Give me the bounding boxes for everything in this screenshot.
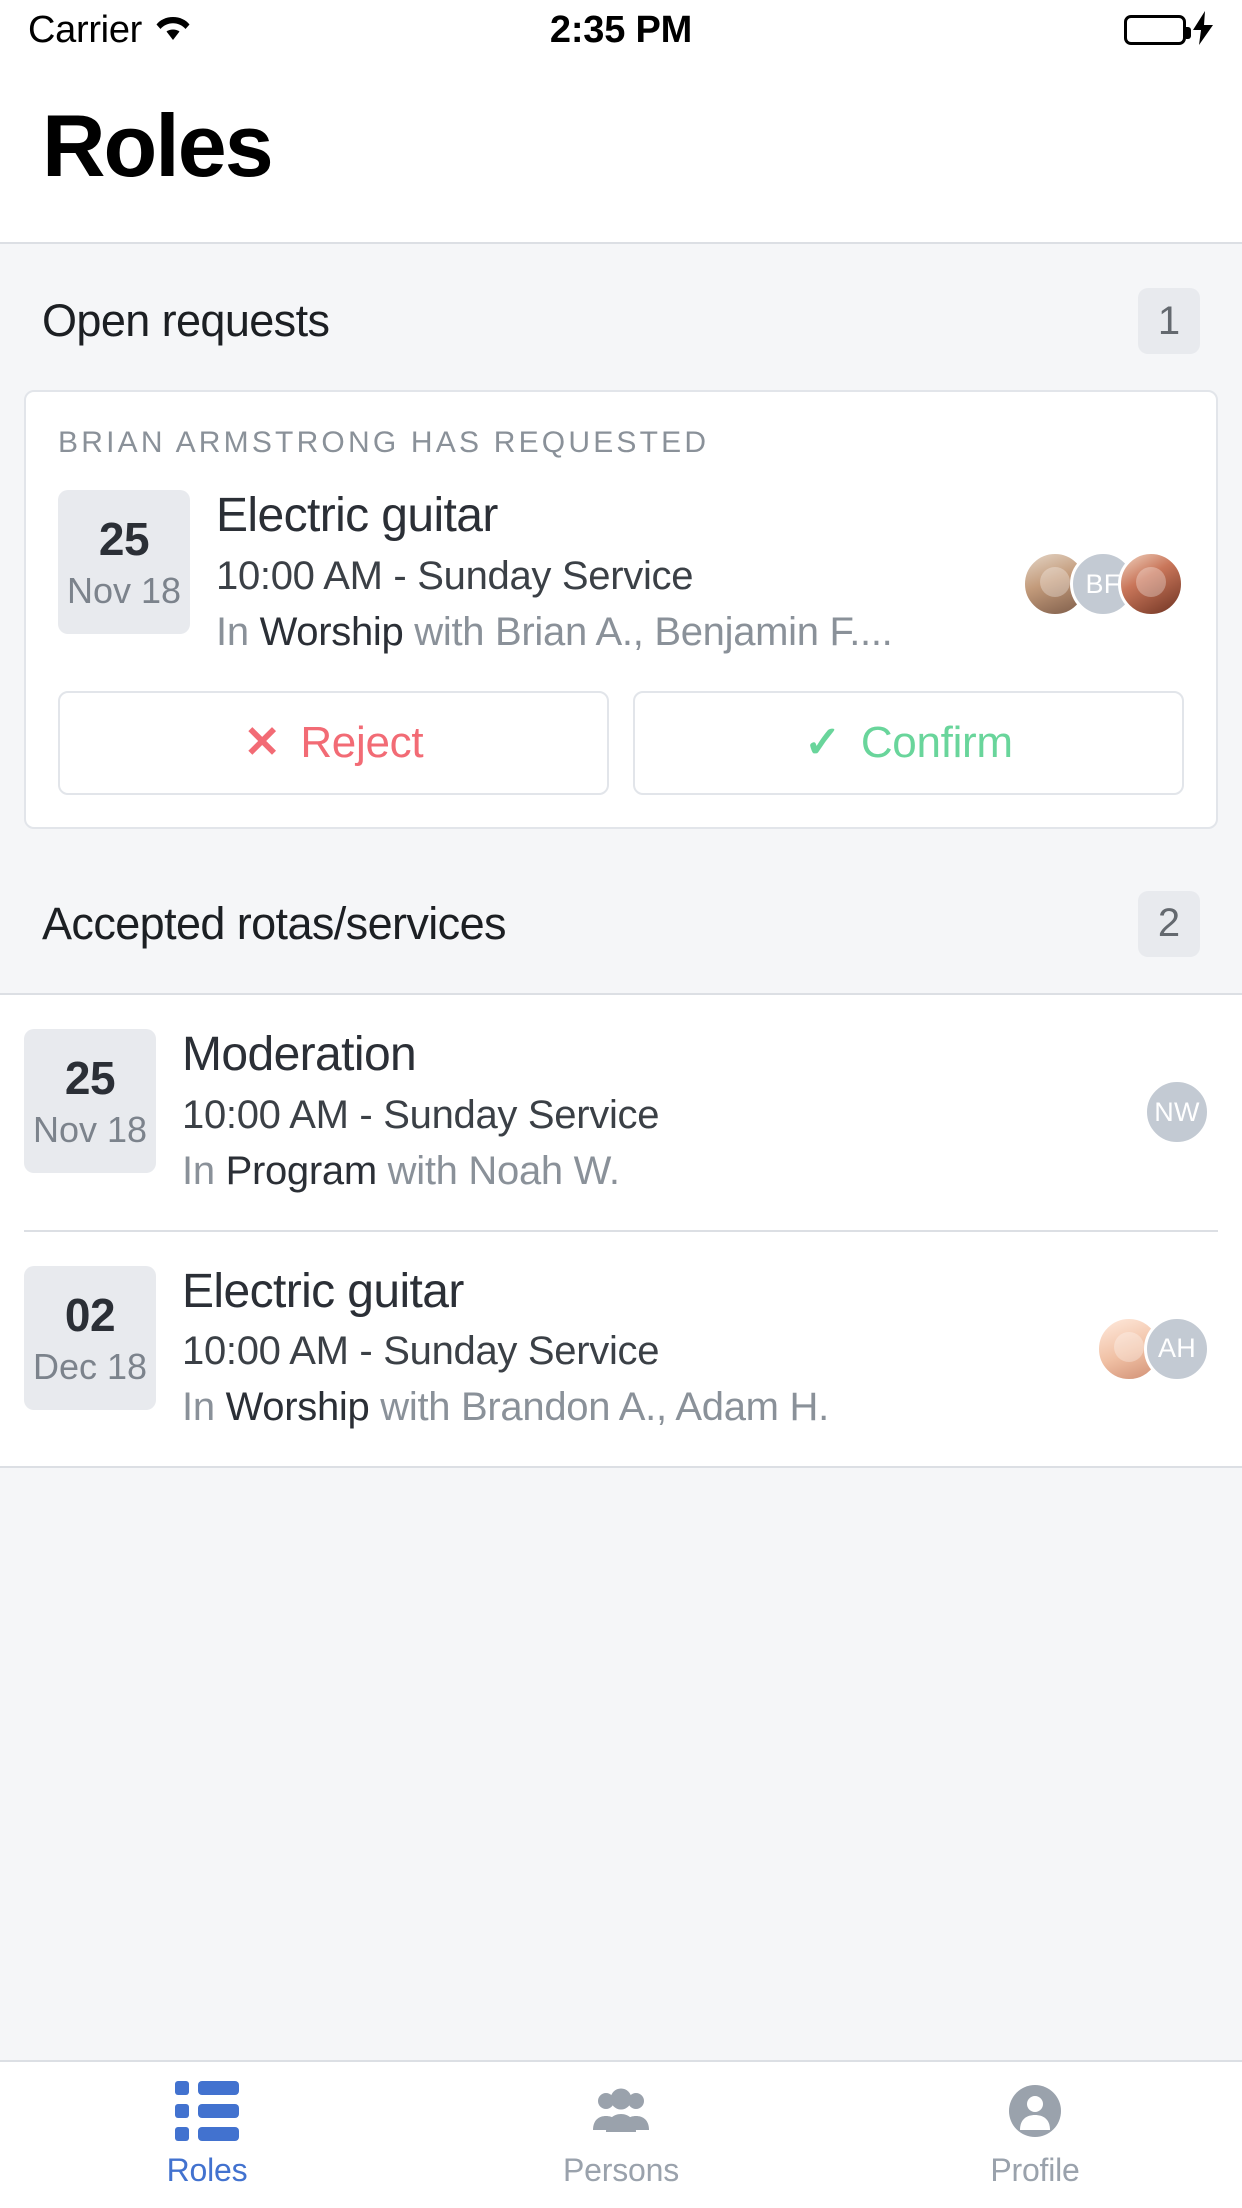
date-month: Dec 18: [32, 1345, 148, 1387]
person-circle-icon: [1009, 2082, 1061, 2140]
avatar-group[interactable]: NW: [1144, 1079, 1210, 1146]
accepted-time-service: 10:00 AM - Sunday Service: [182, 1329, 660, 1374]
accepted-time-service: 10:00 AM - Sunday Service: [182, 1092, 660, 1137]
tab-roles[interactable]: Roles: [0, 2062, 414, 2208]
accepted-meta: In Worship with Brandon A., Adam H.: [182, 1382, 1070, 1432]
accepted-details: Moderation 10:00 AM - Sunday Service In …: [182, 1029, 1118, 1196]
request-details: Electric guitar 10:00 AM - Sunday Servic…: [216, 490, 996, 657]
nav-header: Roles: [0, 60, 1242, 244]
date-box: 25 Nov 18: [24, 1028, 156, 1173]
request-entry[interactable]: 25 Nov 18 Electric guitar 10:00 AM - Sun…: [58, 490, 1184, 657]
accepted-count-badge: 2: [1138, 890, 1200, 957]
list-icon: [175, 2080, 239, 2141]
reject-label: Reject: [300, 717, 424, 767]
status-bar-right: [1124, 10, 1214, 50]
meta-people: with Brian A., Benjamin F....: [403, 609, 893, 654]
open-requests-section-header: Open requests 1: [0, 244, 1242, 390]
tab-profile-label: Profile: [990, 2151, 1080, 2188]
confirm-label: Confirm: [860, 717, 1013, 767]
avatar-group[interactable]: AH: [1096, 1315, 1210, 1382]
confirm-button[interactable]: ✓ Confirm: [633, 690, 1184, 795]
close-icon: ✕: [243, 717, 281, 767]
open-requests-label: Open requests: [42, 295, 330, 346]
date-box: 02 Dec 18: [24, 1265, 156, 1410]
avatar: AH: [1144, 1315, 1210, 1382]
accepted-details: Electric guitar 10:00 AM - Sunday Servic…: [182, 1266, 1070, 1433]
accepted-entry[interactable]: 02 Dec 18 Electric guitar 10:00 AM - Sun…: [24, 1229, 1218, 1467]
meta-team: Program: [225, 1148, 378, 1193]
accepted-entry[interactable]: 25 Nov 18 Moderation 10:00 AM - Sunday S…: [24, 995, 1218, 1230]
meta-prefix: In: [216, 609, 260, 654]
scroll-content[interactable]: Open requests 1 Brian Armstrong has requ…: [0, 244, 1242, 2060]
list-item[interactable]: 25 Nov 18 Moderation 10:00 AM - Sunday S…: [0, 995, 1242, 1230]
open-request-card-wrapper: Brian Armstrong has requested 25 Nov 18 …: [0, 390, 1242, 829]
charging-bolt-icon: [1192, 10, 1214, 50]
date-month: Nov 18: [32, 1108, 148, 1150]
tab-roles-label: Roles: [166, 2151, 248, 2188]
meta-prefix: In: [182, 1148, 226, 1193]
accepted-section-header: Accepted rotas/services 2: [0, 828, 1242, 993]
date-day: 25: [98, 513, 150, 565]
date-day: 25: [64, 1051, 116, 1104]
tab-persons-label: Persons: [563, 2151, 679, 2188]
request-eyebrow: Brian Armstrong has requested: [58, 426, 710, 459]
accepted-role: Electric guitar: [182, 1265, 464, 1318]
clock-label: 2:35 PM: [549, 8, 693, 51]
date-box: 25 Nov 18: [58, 490, 190, 634]
meta-team: Worship: [225, 1385, 370, 1430]
meta-people: with Brandon A., Adam H.: [369, 1385, 829, 1430]
request-meta: In Worship with Brian A., Benjamin F....: [216, 607, 996, 657]
avatar-group[interactable]: BF: [1022, 551, 1184, 618]
page-title: Roles: [42, 96, 274, 195]
app-screen: Carrier 2:35 PM Roles Open requests 1 Br…: [0, 0, 1242, 2208]
accepted-role: Moderation: [182, 1028, 417, 1081]
people-icon: [592, 2082, 650, 2140]
status-bar: Carrier 2:35 PM: [0, 0, 1242, 60]
accepted-meta: In Program with Noah W.: [182, 1146, 1118, 1196]
meta-prefix: In: [182, 1385, 226, 1430]
battery-icon: [1124, 15, 1191, 45]
date-month: Nov 18: [66, 570, 182, 611]
list-item[interactable]: 02 Dec 18 Electric guitar 10:00 AM - Sun…: [0, 1229, 1242, 1467]
avatar: [1118, 551, 1184, 618]
meta-team: Worship: [259, 609, 404, 654]
avatar: NW: [1144, 1079, 1210, 1146]
tab-bar: Roles Persons Profile: [0, 2060, 1242, 2208]
accepted-label: Accepted rotas/services: [42, 897, 507, 949]
reject-button[interactable]: ✕ Reject: [58, 690, 609, 795]
meta-people: with Noah W.: [376, 1148, 620, 1193]
tab-persons[interactable]: Persons: [414, 2062, 828, 2208]
open-requests-count-badge: 1: [1138, 288, 1200, 354]
request-role: Electric guitar: [216, 490, 498, 542]
tab-profile[interactable]: Profile: [828, 2062, 1242, 2208]
empty-space: [0, 1468, 1242, 2060]
request-actions: ✕ Reject ✓ Confirm: [58, 690, 1184, 795]
open-request-card[interactable]: Brian Armstrong has requested 25 Nov 18 …: [24, 390, 1218, 829]
check-icon: ✓: [804, 717, 841, 767]
accepted-list: 25 Nov 18 Moderation 10:00 AM - Sunday S…: [0, 992, 1242, 1469]
date-day: 02: [64, 1288, 116, 1341]
request-time-service: 10:00 AM - Sunday Service: [216, 553, 694, 598]
